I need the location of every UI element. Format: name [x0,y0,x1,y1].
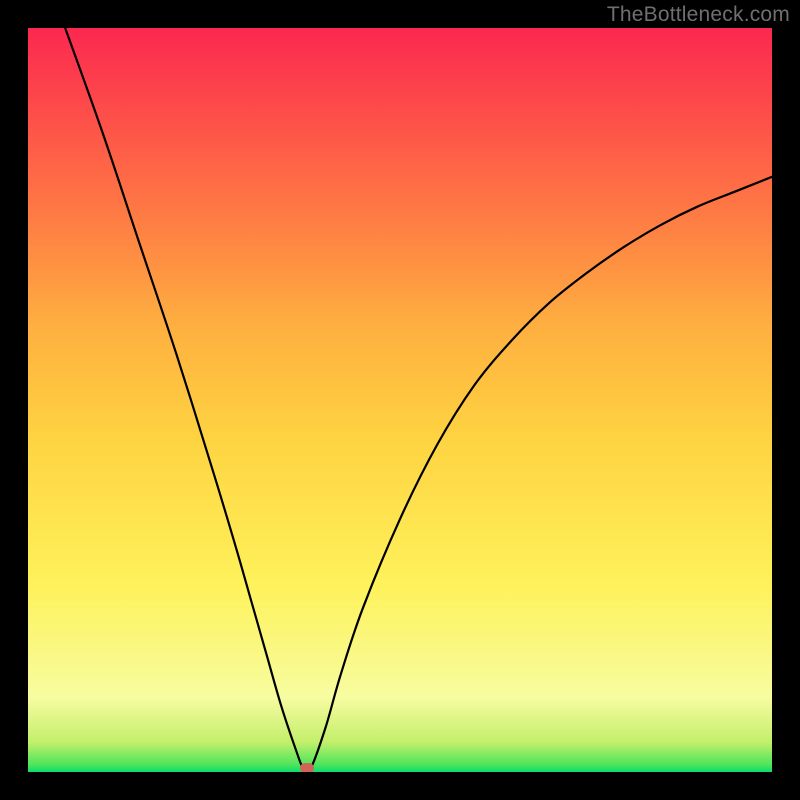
gradient-background [28,28,772,772]
optimal-marker-icon [300,763,314,772]
watermark-text: TheBottleneck.com [607,3,790,27]
plot-area [28,28,772,772]
chart-frame: TheBottleneck.com [0,0,800,800]
